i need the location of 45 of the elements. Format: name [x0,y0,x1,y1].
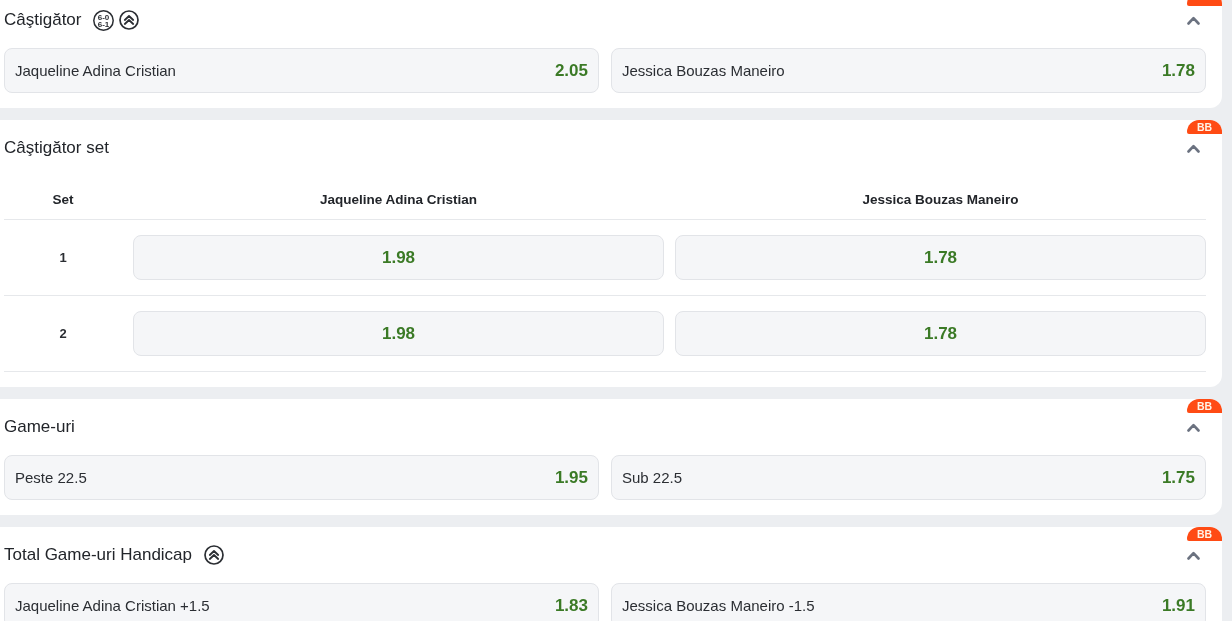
odds-value: 1.98 [381,323,416,344]
set-number: 1 [58,250,68,265]
score-icon: 6-0 6-1 [93,9,115,31]
odds-value: 1.83 [554,595,588,616]
odds-value: 1.78 [923,247,958,268]
double-chevron-icon [119,10,140,30]
odds-button[interactable]: 1.78 [675,235,1206,280]
market-title: Total Game-uri Handicap [4,545,193,565]
odds-value: 1.95 [554,467,588,488]
odds-value: 1.91 [1161,595,1195,616]
odds-button[interactable]: Peste 22.5 1.95 [4,455,599,500]
set-number: 2 [58,326,68,341]
bb-badge: BB [1187,120,1222,134]
odds-button[interactable]: Jessica Bouzas Maneiro -1.5 1.91 [611,583,1206,621]
odds-button[interactable]: 1.98 [133,235,664,280]
odds-value: 1.78 [1161,60,1195,81]
market-title: Câştigător [4,10,82,30]
odds-button[interactable]: Sub 22.5 1.75 [611,455,1206,500]
odds-button[interactable]: Jessica Bouzas Maneiro 1.78 [611,48,1206,93]
odds-button[interactable]: 1.78 [675,311,1206,356]
odds-button[interactable]: Jaqueline Adina Cristian +1.5 1.83 [4,583,599,621]
collapse-button[interactable] [1187,15,1200,25]
selection-label: Jessica Bouzas Maneiro -1.5 [622,597,815,614]
bb-badge: BB [1187,527,1222,541]
selection-label: Peste 22.5 [15,469,87,486]
collapse-button[interactable] [1187,422,1200,432]
double-chevron-icon [204,545,225,565]
odds-value: 1.78 [923,323,958,344]
column-header: Jaqueline Adina Cristian [318,192,478,207]
odds-button[interactable]: 1.98 [133,311,664,356]
column-header: Set [51,192,75,207]
selection-label: Sub 22.5 [622,469,683,486]
selection-label: Jaqueline Adina Cristian +1.5 [15,597,210,614]
collapse-button[interactable] [1187,143,1200,153]
odds-value: 1.98 [381,247,416,268]
odds-value: 2.05 [554,60,588,81]
odds-value: 1.75 [1161,467,1195,488]
odds-button[interactable]: Jaqueline Adina Cristian 2.05 [4,48,599,93]
market-title: Game-uri [4,417,75,437]
selection-label: Jessica Bouzas Maneiro [622,62,785,79]
bb-badge: BB [1187,399,1222,413]
selection-label: Jaqueline Adina Cristian [15,62,176,79]
collapse-button[interactable] [1187,550,1200,560]
column-header: Jessica Bouzas Maneiro [861,192,1020,207]
market-title: Câştigător set [4,138,109,158]
